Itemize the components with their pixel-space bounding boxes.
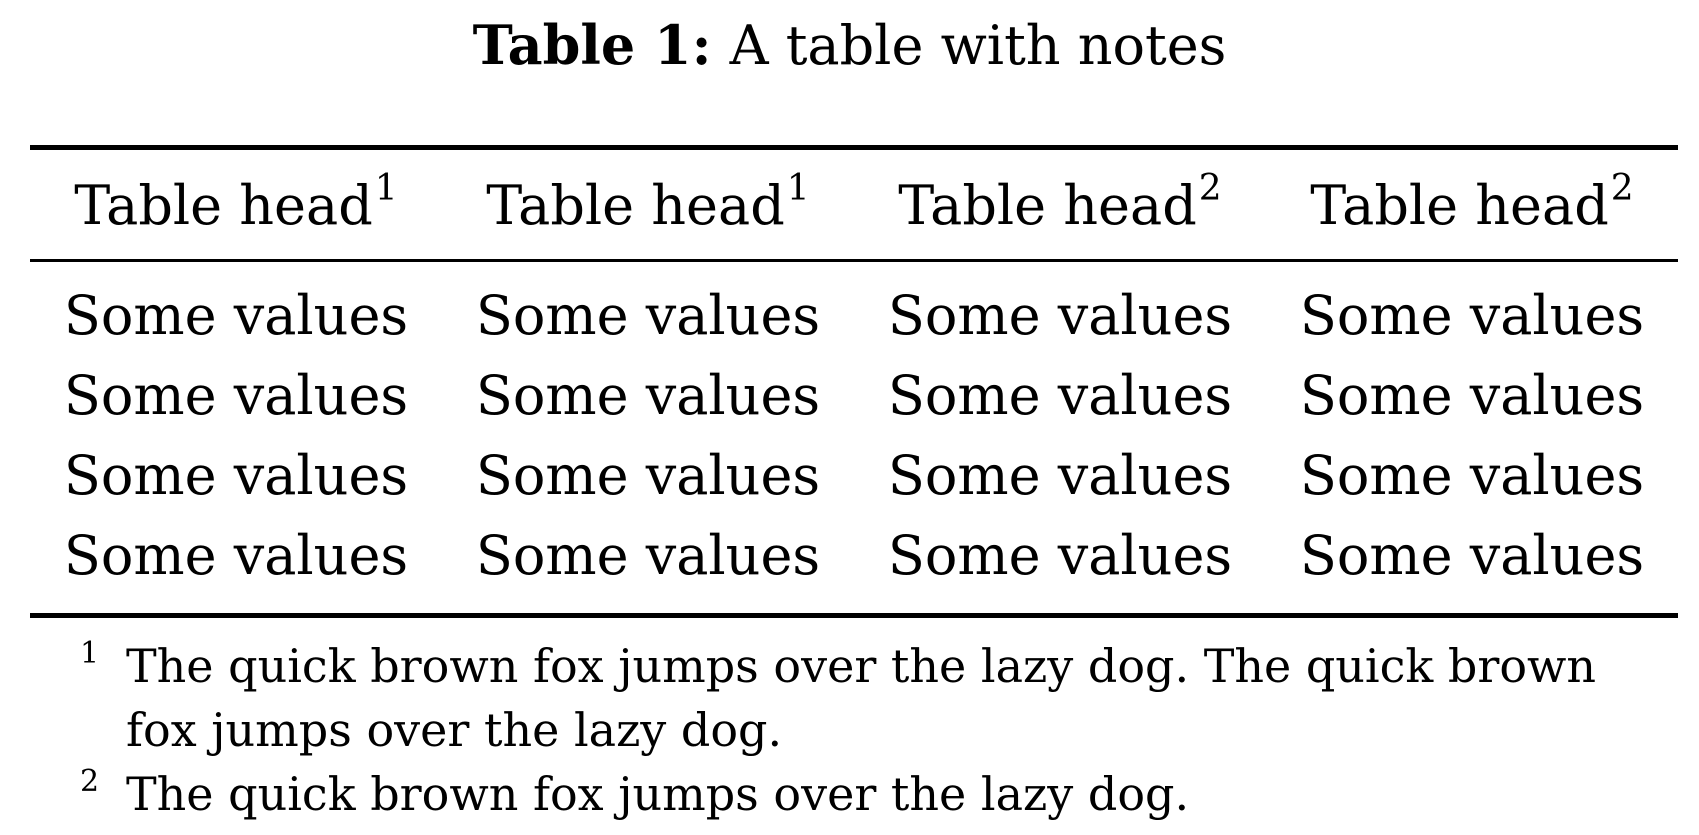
caption-text: A table with notes: [729, 14, 1227, 77]
note-text: The quick brown fox jumps over the lazy …: [126, 639, 1597, 757]
note-text: The quick brown fox jumps over the lazy …: [126, 767, 1190, 821]
table-row: Some values Some values Some values Some…: [30, 436, 1678, 516]
table-cell: Some values: [63, 364, 409, 427]
table-cell: Some values: [887, 284, 1233, 347]
table-cell: Some values: [63, 524, 409, 587]
table-cell: Some values: [63, 444, 409, 507]
table-bottom-rule: [30, 613, 1678, 618]
footnote-marker: 1: [786, 168, 810, 209]
table-note: 1 The quick brown fox jumps over the laz…: [80, 634, 1678, 762]
table-notes: 1 The quick brown fox jumps over the laz…: [80, 634, 1678, 826]
table-cell: Some values: [475, 444, 821, 507]
table-cell: Some values: [1299, 444, 1645, 507]
table-cell: Some values: [887, 524, 1233, 587]
caption-label: Table 1:: [472, 13, 712, 77]
table-header-row: Table head1 Table head1 Table head2 Tabl…: [30, 166, 1678, 246]
table-mid-rule: [30, 259, 1678, 262]
table-cell: Some values: [887, 444, 1233, 507]
table-cell: Some values: [475, 524, 821, 587]
table-note: 2 The quick brown fox jumps over the laz…: [80, 762, 1678, 826]
footnote-marker: 2: [1198, 168, 1222, 209]
note-marker: 2: [80, 764, 100, 799]
footnote-marker: 1: [374, 168, 398, 209]
table-header-cell: Table head1: [74, 168, 398, 238]
table-cell: Some values: [1299, 284, 1645, 347]
table-row: Some values Some values Some values Some…: [30, 516, 1678, 596]
table-cell: Some values: [63, 284, 409, 347]
table-cell: Some values: [887, 364, 1233, 427]
table-cell: Some values: [1299, 364, 1645, 427]
table-caption: Table 1: A table with notes: [0, 10, 1699, 81]
table-cell: Some values: [1299, 524, 1645, 587]
table-top-rule: [30, 145, 1678, 150]
note-marker: 1: [80, 636, 100, 671]
table-header-cell: Table head2: [898, 168, 1222, 238]
table-header-cell: Table head1: [486, 168, 810, 238]
table-header-cell: Table head2: [1310, 168, 1634, 238]
footnote-marker: 2: [1610, 168, 1634, 209]
table-row: Some values Some values Some values Some…: [30, 356, 1678, 436]
table-row: Some values Some values Some values Some…: [30, 276, 1678, 356]
table-cell: Some values: [475, 364, 821, 427]
table-cell: Some values: [475, 284, 821, 347]
